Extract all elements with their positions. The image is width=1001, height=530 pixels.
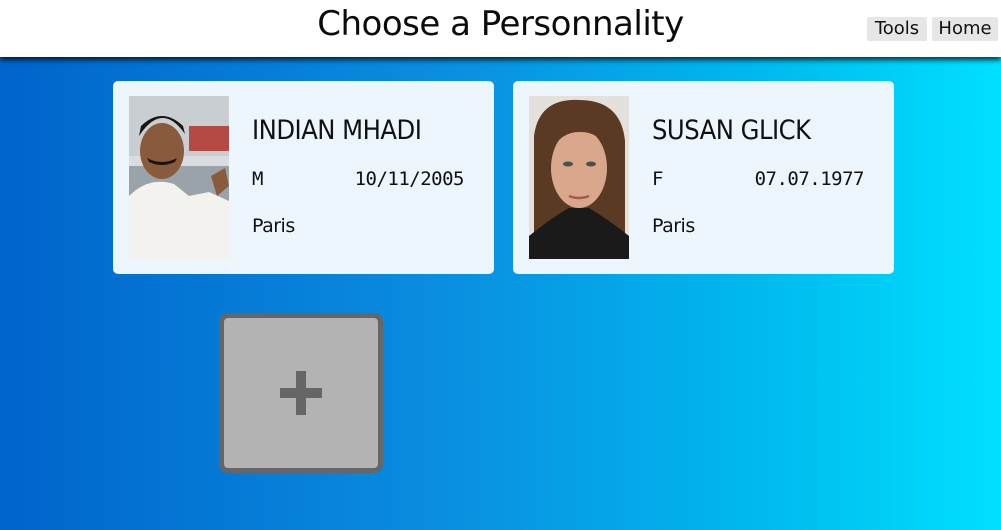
personality-name: SUSAN GLICK <box>652 115 811 146</box>
personality-city: Paris <box>252 215 295 237</box>
tools-button[interactable]: Tools <box>867 17 927 41</box>
personality-birthdate: 10/11/2005 <box>354 168 465 190</box>
personality-photo <box>529 96 629 259</box>
personality-card[interactable]: INDIAN MHADI M 10/11/2005 Paris <box>113 81 494 274</box>
header-bar: Choose a Personnality Tools Home <box>0 0 1001 57</box>
home-button[interactable]: Home <box>932 17 998 41</box>
personality-sex: F <box>652 168 664 190</box>
personality-sex: M <box>252 168 264 190</box>
plus-icon <box>280 371 322 415</box>
personality-city: Paris <box>652 215 695 237</box>
personality-name: INDIAN MHADI <box>252 115 422 146</box>
personality-photo <box>129 96 229 259</box>
page-title: Choose a Personnality <box>317 4 684 44</box>
personality-birthdate: 07.07.1977 <box>754 168 865 190</box>
add-personality-button[interactable] <box>219 313 383 473</box>
personality-card[interactable]: SUSAN GLICK F 07.07.1977 Paris <box>513 81 894 274</box>
